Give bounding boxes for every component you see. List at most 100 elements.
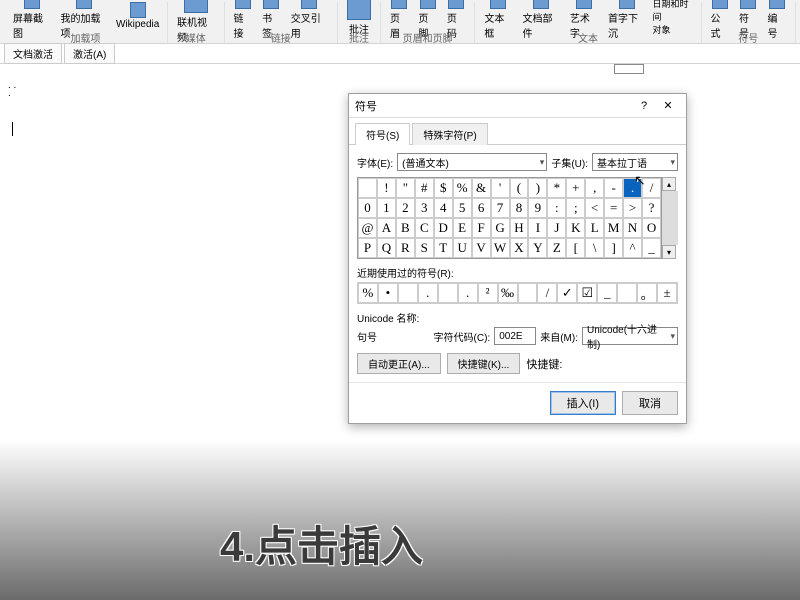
symbol-cell[interactable]: D — [434, 218, 453, 238]
symbol-cell[interactable]: B — [396, 218, 415, 238]
quickparts-button[interactable]: 文档部件 — [519, 0, 562, 41]
insert-button[interactable]: 插入(I) — [550, 391, 616, 415]
symbol-cell[interactable]: 0 — [358, 198, 377, 218]
symbol-cell[interactable]: W — [491, 238, 510, 258]
shortcut-button[interactable]: 快捷键(K)... — [447, 353, 521, 374]
recent-symbol-cell[interactable]: / — [537, 283, 557, 303]
grid-scrollbar[interactable]: ▴ ▾ — [662, 177, 678, 259]
symbol-cell[interactable]: & — [472, 178, 491, 198]
symbol-cell[interactable]: # — [415, 178, 434, 198]
symbol-cell[interactable]: 5 — [453, 198, 472, 218]
symbol-cell[interactable]: < — [585, 198, 604, 218]
symbol-cell[interactable] — [358, 178, 377, 198]
symbol-cell[interactable]: 4 — [434, 198, 453, 218]
recent-symbol-cell[interactable]: ± — [657, 283, 677, 303]
recent-symbol-cell[interactable]: ☑ — [577, 283, 597, 303]
symbol-cell[interactable]: 9 — [528, 198, 547, 218]
object-button[interactable]: 对象 — [652, 23, 694, 36]
symbol-cell[interactable]: > — [623, 198, 642, 218]
symbol-cell[interactable]: ? — [642, 198, 661, 218]
cancel-button[interactable]: 取消 — [622, 391, 678, 415]
symbol-cell[interactable]: P — [358, 238, 377, 258]
from-combo[interactable]: Unicode(十六进制) — [582, 327, 678, 345]
symbol-cell[interactable]: T — [434, 238, 453, 258]
symbol-cell[interactable]: A — [377, 218, 396, 238]
symbol-cell[interactable]: U — [453, 238, 472, 258]
symbol-cell[interactable]: + — [566, 178, 585, 198]
crossref-button[interactable]: 交叉引用 — [288, 0, 331, 41]
recent-symbol-cell[interactable]: • — [378, 283, 398, 303]
scroll-up-button[interactable]: ▴ — [662, 177, 676, 191]
symbol-cell[interactable]: : — [547, 198, 566, 218]
scroll-down-button[interactable]: ▾ — [662, 245, 676, 259]
recent-symbol-cell[interactable]: . — [458, 283, 478, 303]
symbol-cell[interactable]: E — [453, 218, 472, 238]
recent-symbol-cell[interactable] — [438, 283, 458, 303]
help-button[interactable]: ? — [632, 96, 656, 116]
subset-combo[interactable]: 基本拉丁语 — [592, 153, 678, 171]
recent-symbol-cell[interactable]: _ — [597, 283, 617, 303]
symbol-cell[interactable]: 2 — [396, 198, 415, 218]
recent-symbol-cell[interactable]: % — [358, 283, 378, 303]
recent-symbol-cell[interactable]: ‰ — [498, 283, 518, 303]
symbol-cell[interactable]: ) — [528, 178, 547, 198]
symbol-cell[interactable]: Z — [547, 238, 566, 258]
symbol-cell[interactable]: - — [604, 178, 623, 198]
symbol-cell[interactable]: I — [528, 218, 547, 238]
symbol-cell[interactable]: F — [472, 218, 491, 238]
symbol-cell[interactable]: S — [415, 238, 434, 258]
symbol-cell[interactable]: [ — [566, 238, 585, 258]
symbol-cell[interactable]: V — [472, 238, 491, 258]
symbol-cell[interactable]: X — [510, 238, 529, 258]
symbol-cell[interactable]: @ — [358, 218, 377, 238]
screenshot-button[interactable]: 屏幕截图 — [10, 0, 53, 41]
link-button[interactable]: 链接 — [231, 0, 256, 41]
symbol-cell[interactable]: ^ — [623, 238, 642, 258]
symbol-cell[interactable]: % — [453, 178, 472, 198]
symbol-cell[interactable]: 8 — [510, 198, 529, 218]
symbol-cell[interactable]: $ — [434, 178, 453, 198]
symbol-cell[interactable]: R — [396, 238, 415, 258]
symbol-cell[interactable]: M — [604, 218, 623, 238]
symbol-cell[interactable]: G — [491, 218, 510, 238]
recent-symbol-cell[interactable]: ² — [478, 283, 498, 303]
close-button[interactable]: ✕ — [656, 96, 680, 116]
recent-symbol-cell[interactable] — [398, 283, 418, 303]
symbol-cell[interactable]: 6 — [472, 198, 491, 218]
symbol-cell[interactable]: / — [642, 178, 661, 198]
textbox-button[interactable]: 文本框 — [481, 0, 515, 41]
symbol-cell[interactable]: C — [415, 218, 434, 238]
symbol-cell[interactable]: 1 — [377, 198, 396, 218]
charcode-input[interactable] — [494, 327, 536, 345]
symbol-cell[interactable]: * — [547, 178, 566, 198]
symbol-cell[interactable]: Q — [377, 238, 396, 258]
symbol-cell[interactable]: O — [642, 218, 661, 238]
symbol-cell[interactable]: L — [585, 218, 604, 238]
symbol-cell[interactable]: " — [396, 178, 415, 198]
symbol-cell[interactable]: _ — [642, 238, 661, 258]
symbol-cell[interactable]: Y — [528, 238, 547, 258]
symbol-cell[interactable]: ] — [604, 238, 623, 258]
symbol-cell[interactable]: ( — [510, 178, 529, 198]
symbol-cell[interactable]: H — [510, 218, 529, 238]
symbol-cell[interactable]: ' — [491, 178, 510, 198]
recent-symbol-cell[interactable] — [617, 283, 637, 303]
symbol-cell[interactable]: \ — [585, 238, 604, 258]
symbol-cell[interactable]: ; — [566, 198, 585, 218]
recent-symbol-cell[interactable] — [518, 283, 538, 303]
autocorrect-button[interactable]: 自动更正(A)... — [357, 353, 441, 374]
recent-symbol-cell[interactable]: ✓ — [557, 283, 577, 303]
number-button[interactable]: 编号 — [765, 0, 789, 41]
dialog-titlebar[interactable]: 符号 ? ✕ — [349, 94, 686, 118]
symbol-cell[interactable]: ! — [377, 178, 396, 198]
tab-special-chars[interactable]: 特殊字符(P) — [412, 123, 487, 145]
equation-button[interactable]: 公式 — [708, 0, 732, 41]
wikipedia-button[interactable]: Wikipedia — [114, 1, 161, 31]
recent-symbol-cell[interactable]: . — [418, 283, 438, 303]
recent-symbol-cell[interactable]: 。 — [637, 283, 657, 303]
tab-symbols[interactable]: 符号(S) — [355, 123, 410, 145]
dropcap-button[interactable]: 首字下沉 — [605, 0, 648, 41]
symbol-cell[interactable]: N — [623, 218, 642, 238]
symbol-cell[interactable]: , — [585, 178, 604, 198]
symbol-cell[interactable]: J — [547, 218, 566, 238]
